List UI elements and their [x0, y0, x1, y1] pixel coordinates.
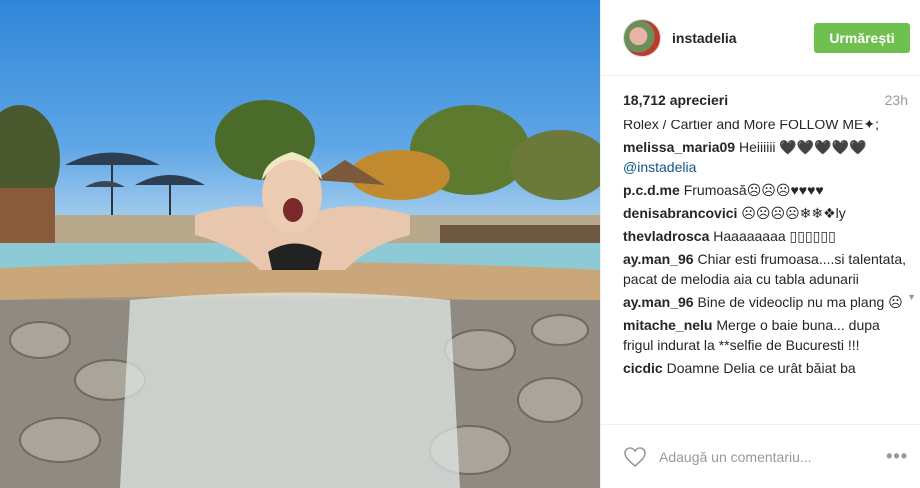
comment-item: ay.man_96 Chiar esti frumoasa....si tale…: [623, 249, 908, 289]
author-username[interactable]: instadelia: [672, 30, 814, 46]
comment-username[interactable]: melissa_maria09: [623, 139, 735, 155]
comment-username[interactable]: p.c.d.me: [623, 182, 680, 198]
comment-item: mitache_nelu Merge o baie buna... dupa f…: [623, 315, 908, 355]
comment-item: cicdic Doamne Delia ce urât băiat ba: [623, 358, 908, 378]
comment-item: denisabrancovici ☹☹☹☹❄❄❖ly: [623, 203, 908, 223]
comment-username[interactable]: ay.man_96: [623, 294, 694, 310]
comment-input[interactable]: [659, 448, 887, 465]
comment-item: p.c.d.me Frumoasă☹☹☹♥♥♥♥: [623, 180, 908, 200]
heart-outline-icon[interactable]: [623, 445, 647, 469]
comment-text: Haaaaaaaa ▯▯▯▯▯▯: [713, 228, 836, 244]
comment-item: melissa_maria09 Heiiiiii 🖤🖤🖤🖤🖤 @instadel…: [623, 137, 908, 177]
comment-username[interactable]: denisabrancovici: [623, 205, 737, 221]
comment-text: Frumoasă☹☹☹♥♥♥♥: [683, 182, 824, 198]
post-details-panel: instadelia Urmărești 18,712 aprecieri 23…: [600, 0, 920, 488]
comment-text: Doamne Delia ce urât băiat ba: [666, 360, 856, 376]
pool-scene-illustration: [0, 100, 600, 488]
comment-item: thevladrosca Haaaaaaaa ▯▯▯▯▯▯: [623, 226, 908, 246]
comment-username[interactable]: ay.man_96: [623, 251, 694, 267]
scroll-down-arrow-icon[interactable]: ▼: [907, 292, 916, 302]
more-options-icon[interactable]: •••: [886, 446, 908, 467]
avatar[interactable]: [623, 18, 661, 57]
comment-text: Bine de videoclip nu ma plang ☹: [697, 294, 903, 310]
comment-item: Rolex / Cartier and More FOLLOW ME✦;: [623, 120, 908, 134]
follow-button[interactable]: Urmărești: [814, 22, 910, 53]
post-header: instadelia Urmărești: [601, 0, 920, 76]
comment-text: Rolex / Cartier and More FOLLOW ME✦;: [623, 120, 880, 132]
comment-text: Heiiiiii 🖤🖤🖤🖤🖤: [738, 139, 867, 155]
likes-count[interactable]: 18,712 aprecieri: [623, 92, 728, 108]
comment-username[interactable]: mitache_nelu: [623, 317, 712, 333]
comment-mention-link[interactable]: @instadelia: [623, 159, 696, 175]
comment-item: ay.man_96 Bine de videoclip nu ma plang …: [623, 292, 908, 312]
comment-text: ☹☹☹☹❄❄❖ly: [741, 205, 846, 221]
comment-username[interactable]: cicdic: [623, 360, 663, 376]
post-photo[interactable]: [0, 0, 600, 488]
comment-compose-bar: •••: [601, 424, 920, 488]
post-stats: 18,712 aprecieri 23h: [601, 76, 920, 124]
post-time: 23h: [884, 92, 908, 108]
comment-username[interactable]: thevladrosca: [623, 228, 709, 244]
comments-list[interactable]: Rolex / Cartier and More FOLLOW ME✦; mel…: [623, 120, 908, 424]
